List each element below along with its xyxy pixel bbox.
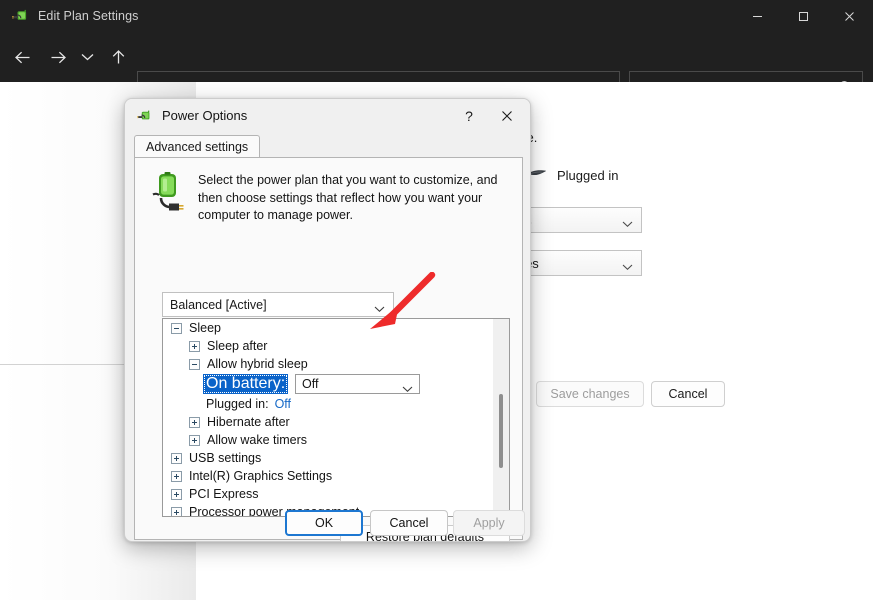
chevron-down-icon [374, 300, 385, 318]
tree-item-hibernate-after[interactable]: Hibernate after [163, 413, 493, 431]
dialog-close-button[interactable] [492, 103, 522, 128]
forward-button[interactable] [40, 32, 76, 82]
expand-plus-icon[interactable] [171, 507, 182, 518]
back-button[interactable] [4, 32, 40, 82]
expand-plus-icon[interactable] [171, 489, 182, 500]
on-battery-setting-row[interactable]: On battery: Off [163, 373, 493, 394]
power-plan-icon [136, 108, 152, 124]
close-button[interactable] [826, 0, 873, 32]
power-plan-icon [11, 7, 29, 25]
tree-item-label: Allow wake timers [207, 433, 307, 447]
dialog-title: Power Options [162, 108, 247, 123]
tree-item-allow-hybrid-sleep[interactable]: Allow hybrid sleep [163, 355, 493, 373]
tree-item-sleep[interactable]: Sleep [163, 319, 493, 337]
tree-item-intel-graphics-settings[interactable]: Intel(R) Graphics Settings [163, 467, 493, 485]
advanced-settings-tree[interactable]: Sleep Sleep after Allow hybrid sleep On … [162, 318, 510, 517]
plugged-in-setting-row[interactable]: Plugged in: Off [163, 394, 493, 413]
dialog-instruction: Select the power plan that you want to c… [150, 172, 508, 225]
tree-item-label: Intel(R) Graphics Settings [189, 469, 332, 483]
dialog-cancel-button[interactable]: Cancel [370, 510, 448, 536]
tree-item-pci-express[interactable]: PCI Express [163, 485, 493, 503]
navigation-bar: « Power Options › Edit Plan Settings Sea… [0, 32, 873, 82]
on-battery-value: Off [302, 377, 318, 391]
expand-plus-icon[interactable] [189, 417, 200, 428]
plugged-in-label: Plugged in: [206, 397, 269, 411]
advanced-settings-panel: Select the power plan that you want to c… [134, 157, 523, 540]
dialog-titlebar: Power Options ? [125, 99, 530, 132]
plugged-in-label: Plugged in [557, 168, 618, 183]
power-options-dialog: Power Options ? Advanced settings [124, 98, 531, 542]
tree-item-label: Sleep after [207, 339, 267, 353]
chevron-down-icon [622, 258, 633, 276]
collapse-minus-icon[interactable] [189, 359, 200, 370]
expand-plus-icon[interactable] [189, 435, 200, 446]
on-battery-select[interactable]: Off [295, 374, 420, 394]
tree-item-allow-wake-timers[interactable]: Allow wake timers [163, 431, 493, 449]
tree-item-usb-settings[interactable]: USB settings [163, 449, 493, 467]
recent-locations-button[interactable] [72, 32, 102, 82]
save-changes-button[interactable]: Save changes [536, 381, 644, 407]
window-controls [734, 0, 873, 32]
control-panel-window: Edit Plan Settings [0, 0, 873, 600]
ok-button[interactable]: OK [285, 510, 363, 536]
tree-item-sleep-after[interactable]: Sleep after [163, 337, 493, 355]
chevron-down-icon [622, 215, 633, 233]
up-button[interactable] [102, 32, 134, 82]
apply-button[interactable]: Apply [453, 510, 525, 536]
maximize-button[interactable] [780, 0, 826, 32]
tab-advanced-settings[interactable]: Advanced settings [134, 135, 260, 158]
expand-plus-icon[interactable] [171, 453, 182, 464]
tree-item-label: Sleep [189, 321, 221, 335]
minimize-button[interactable] [734, 0, 780, 32]
tree-item-label: Hibernate after [207, 415, 290, 429]
window-title: Edit Plan Settings [38, 9, 138, 23]
battery-plug-icon [150, 172, 186, 212]
dialog-instruction-text: Select the power plan that you want to c… [198, 172, 508, 225]
plugged-in-value[interactable]: Off [275, 397, 291, 411]
power-plan-selected-value: Balanced [Active] [170, 298, 267, 312]
expand-plus-icon[interactable] [171, 471, 182, 482]
tree-scrollbar-thumb[interactable] [499, 394, 503, 468]
tree-item-label: USB settings [189, 451, 261, 465]
power-plan-select[interactable]: Balanced [Active] [162, 292, 394, 317]
expand-plus-icon[interactable] [189, 341, 200, 352]
window-titlebar: Edit Plan Settings [0, 0, 873, 32]
dialog-tabstrip: Advanced settings [134, 135, 523, 158]
collapse-minus-icon[interactable] [171, 323, 182, 334]
tree-item-label: Allow hybrid sleep [207, 357, 308, 371]
page-cancel-button[interactable]: Cancel [651, 381, 725, 407]
tree-item-label: PCI Express [189, 487, 258, 501]
plugged-in-column-header: Plugged in [527, 166, 618, 185]
on-battery-label[interactable]: On battery: [203, 374, 288, 394]
tree-scrollbar[interactable] [493, 319, 509, 516]
help-button[interactable]: ? [456, 103, 482, 128]
